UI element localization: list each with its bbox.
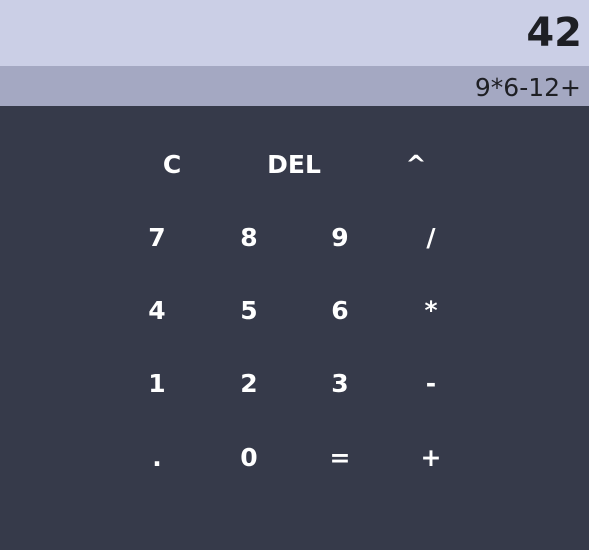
equals-button[interactable]: = [300, 432, 380, 482]
power-button[interactable]: ^ [376, 139, 456, 189]
digit-5-button[interactable]: 5 [209, 285, 289, 335]
multiply-button[interactable]: * [391, 285, 471, 335]
clear-button[interactable]: C [132, 139, 212, 189]
plus-button[interactable]: + [391, 432, 471, 482]
result-value: 42 [526, 10, 582, 56]
digit-3-button[interactable]: 3 [300, 358, 380, 408]
digit-7-button[interactable]: 7 [117, 212, 197, 262]
digit-8-button[interactable]: 8 [209, 212, 289, 262]
minus-button[interactable]: - [391, 358, 471, 408]
expression-display: 9*6-12+ [0, 66, 589, 106]
digit-4-button[interactable]: 4 [117, 285, 197, 335]
delete-button[interactable]: DEL [239, 139, 349, 189]
decimal-button[interactable]: . [117, 432, 197, 482]
digit-1-button[interactable]: 1 [117, 358, 197, 408]
divide-button[interactable]: / [391, 212, 471, 262]
digit-0-button[interactable]: 0 [209, 432, 289, 482]
digit-9-button[interactable]: 9 [300, 212, 380, 262]
expression-value: 9*6-12+ [474, 73, 581, 102]
calculator-app: 42 9*6-12+ C DEL ^ 7 8 9 / 4 5 6 * 1 2 3… [0, 0, 589, 550]
result-display: 42 [0, 0, 589, 66]
digit-6-button[interactable]: 6 [300, 285, 380, 335]
digit-2-button[interactable]: 2 [209, 358, 289, 408]
